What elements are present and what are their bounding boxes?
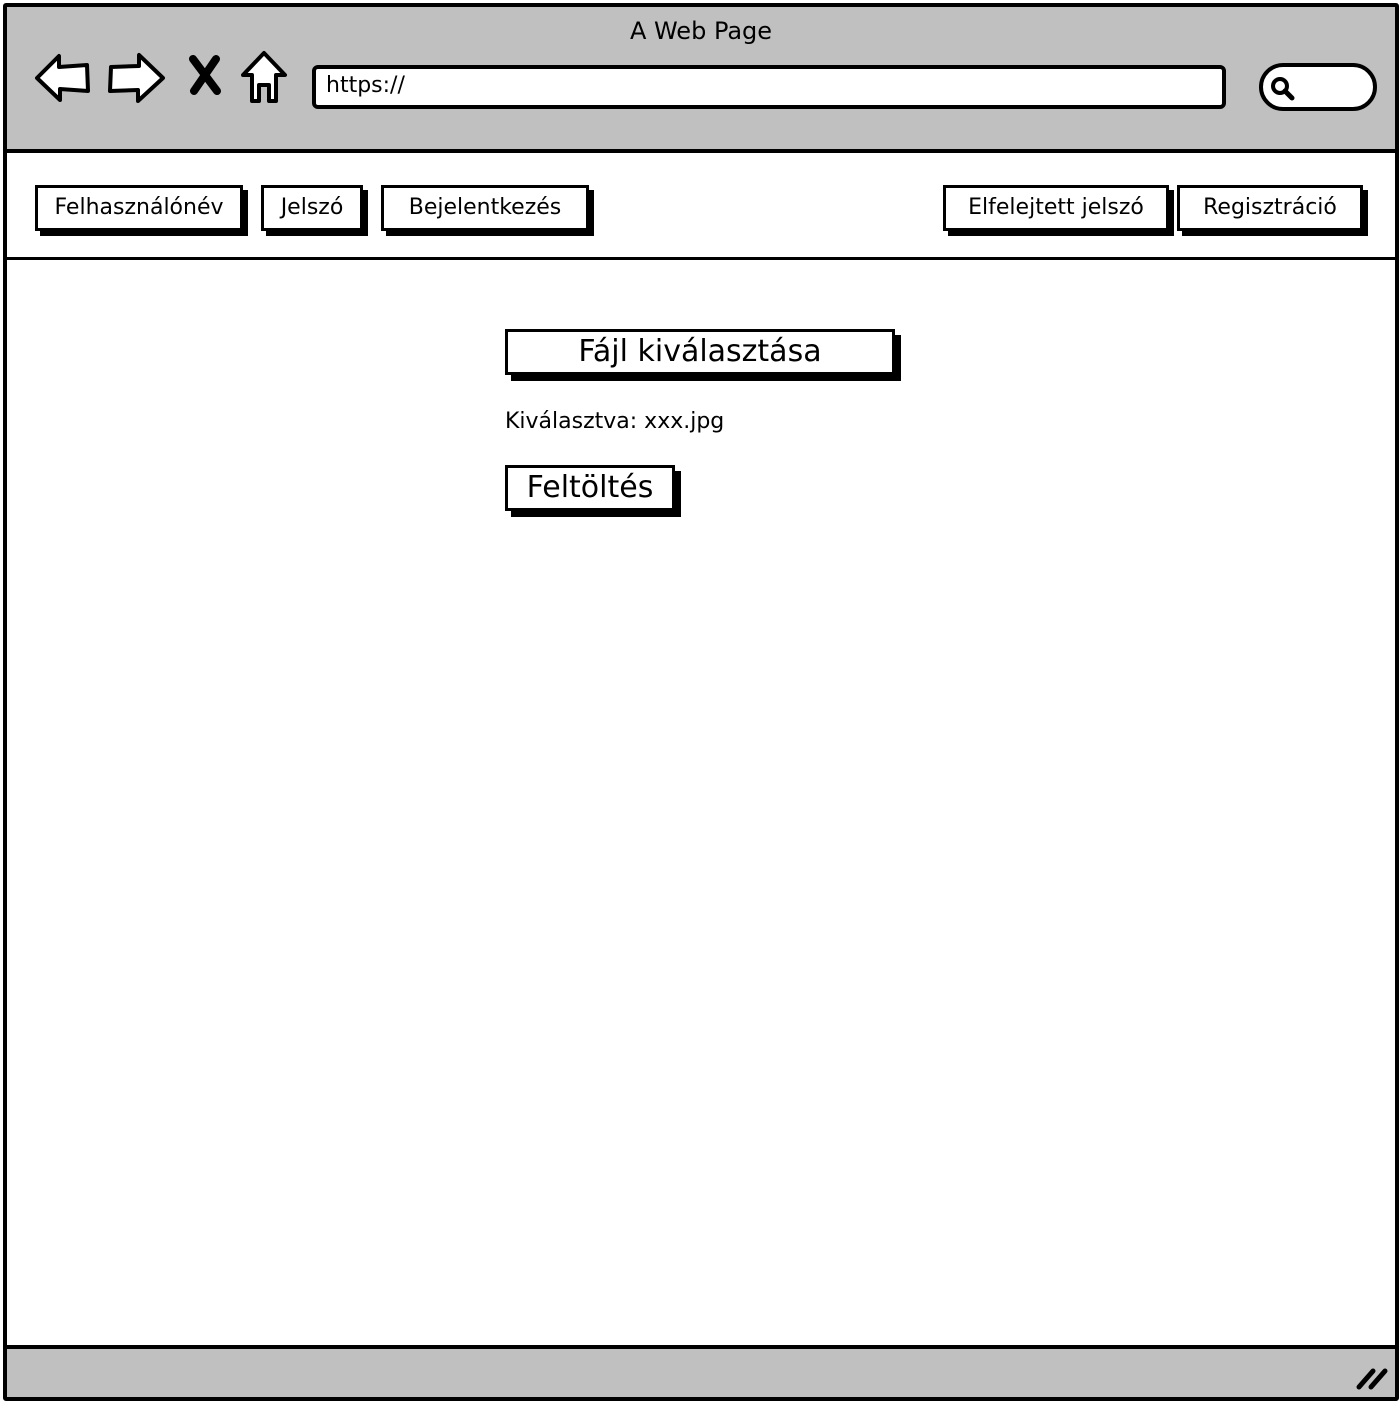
- back-arrow-icon[interactable]: [33, 51, 93, 105]
- browser-statusbar: [7, 1345, 1395, 1397]
- close-x-icon[interactable]: [187, 55, 223, 95]
- selected-file-text: Kiválasztva: xxx.jpg: [505, 409, 725, 434]
- forgot-password-button[interactable]: Elfelejtett jelszó: [943, 185, 1169, 231]
- browser-titlebar: A Web Page https://: [7, 7, 1395, 153]
- upload-button[interactable]: Feltöltés: [505, 465, 675, 511]
- url-text: https://: [326, 73, 405, 98]
- window-title: A Web Page: [629, 17, 773, 45]
- choose-file-button[interactable]: Fájl kiválasztása: [505, 329, 895, 375]
- search-icon: [1271, 77, 1295, 101]
- home-icon[interactable]: [239, 49, 289, 105]
- username-field[interactable]: Felhasználónév: [35, 185, 243, 231]
- password-field[interactable]: Jelszó: [261, 185, 363, 231]
- register-button[interactable]: Regisztráció: [1177, 185, 1363, 231]
- resize-grip-icon[interactable]: [1355, 1361, 1389, 1391]
- browser-window: A Web Page https:// Felhasználónév Jelsz…: [3, 3, 1399, 1401]
- top-navigation: Felhasználónév Jelszó Bejelentkezés Elfe…: [7, 153, 1395, 260]
- forward-arrow-icon[interactable]: [105, 51, 167, 105]
- login-button[interactable]: Bejelentkezés: [381, 185, 589, 231]
- browser-search-box[interactable]: [1259, 63, 1377, 111]
- url-bar[interactable]: https://: [312, 65, 1226, 109]
